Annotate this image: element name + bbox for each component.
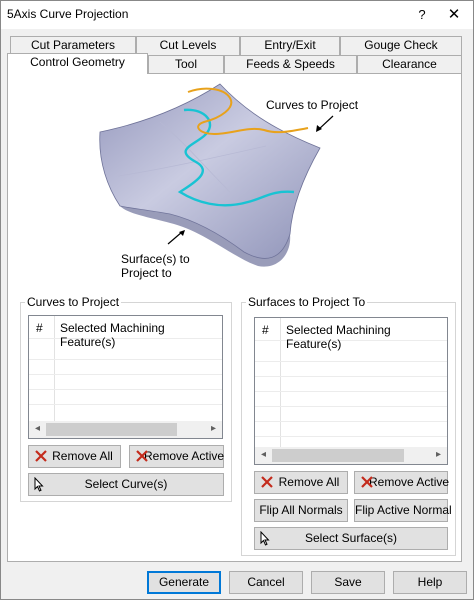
column-header-number: #	[36, 321, 43, 335]
title-bar: 5Axis Curve Projection ? ✕	[1, 1, 473, 29]
scroll-right-icon[interactable]: ▸	[205, 421, 222, 438]
surfaces-group-title: Surfaces to Project To	[246, 295, 368, 309]
surfaces-label-arrow	[167, 231, 183, 245]
tab-control-geometry[interactable]: Control Geometry	[7, 53, 148, 74]
scrollbar-thumb[interactable]	[46, 423, 177, 436]
flip-active-normal-button[interactable]: Flip Active Normal	[354, 499, 452, 522]
surfaces-to-project-group: Surfaces to Project To # Selected Machin…	[241, 295, 456, 556]
window-title: 5Axis Curve Projection	[7, 7, 129, 21]
select-surfaces-button[interactable]: Select Surface(s)	[254, 527, 448, 550]
surfaces-to-project-label: Surface(s) to Project to	[121, 252, 190, 280]
red-x-icon	[136, 450, 148, 462]
scroll-left-icon[interactable]: ◂	[29, 421, 46, 438]
column-header-feature: Selected Machining Feature(s)	[60, 321, 165, 349]
surfaces-list-header: # Selected Machining Feature(s)	[255, 318, 447, 351]
column-header-number: #	[262, 323, 269, 337]
flip-all-normals-button[interactable]: Flip All Normals	[254, 499, 348, 522]
mouse-cursor-icon	[260, 531, 270, 546]
surfaces-remove-all-button[interactable]: Remove All	[254, 471, 348, 494]
help-icon[interactable]: ?	[409, 3, 435, 27]
scroll-right-icon[interactable]: ▸	[430, 447, 447, 464]
curves-remove-all-button[interactable]: Remove All	[28, 445, 121, 468]
red-x-icon	[35, 450, 47, 462]
scroll-left-icon[interactable]: ◂	[255, 447, 272, 464]
curves-arrowhead	[316, 125, 322, 132]
column-header-feature: Selected Machining Feature(s)	[286, 323, 391, 351]
curves-group-title: Curves to Project	[25, 295, 122, 309]
cancel-button[interactable]: Cancel	[229, 571, 303, 594]
dialog-window: 5Axis Curve Projection ? ✕ Cut Parameter…	[0, 0, 474, 600]
tab-feeds-speeds[interactable]: Feeds & Speeds	[224, 55, 357, 74]
curves-list-header: # Selected Machining Feature(s)	[29, 316, 222, 349]
tab-tool[interactable]: Tool	[148, 55, 224, 74]
tab-gouge-check[interactable]: Gouge Check	[340, 36, 462, 55]
surfaces-horizontal-scrollbar[interactable]: ◂ ▸	[255, 447, 447, 464]
tab-entry-exit[interactable]: Entry/Exit	[240, 36, 340, 55]
curves-to-project-group: Curves to Project # Selected Machining F…	[20, 295, 232, 502]
mouse-cursor-icon	[34, 477, 44, 492]
curves-remove-active-button[interactable]: Remove Active	[129, 445, 224, 468]
help-button[interactable]: Help	[393, 571, 467, 594]
surfaces-list[interactable]: # Selected Machining Feature(s) ◂ ▸	[254, 317, 448, 465]
curves-horizontal-scrollbar[interactable]: ◂ ▸	[29, 421, 222, 438]
curves-to-project-label: Curves to Project	[266, 98, 359, 112]
select-curves-button[interactable]: Select Curve(s)	[28, 473, 224, 496]
surfaces-arrowhead	[179, 230, 185, 236]
save-button[interactable]: Save	[311, 571, 385, 594]
control-geometry-panel: Curves to Project Surface(s) to Project …	[7, 73, 462, 562]
scrollbar-thumb[interactable]	[272, 449, 404, 462]
close-icon[interactable]: ✕	[439, 3, 469, 27]
red-x-icon	[361, 476, 373, 488]
surfaces-remove-active-button[interactable]: Remove Active	[354, 471, 449, 494]
curves-list[interactable]: # Selected Machining Feature(s) ◂ ▸	[28, 315, 223, 439]
tab-cut-levels[interactable]: Cut Levels	[136, 36, 240, 55]
generate-button[interactable]: Generate	[147, 571, 221, 594]
red-x-icon	[261, 476, 273, 488]
curve-projection-illustration	[99, 83, 334, 267]
tab-clearance[interactable]: Clearance	[357, 55, 462, 74]
